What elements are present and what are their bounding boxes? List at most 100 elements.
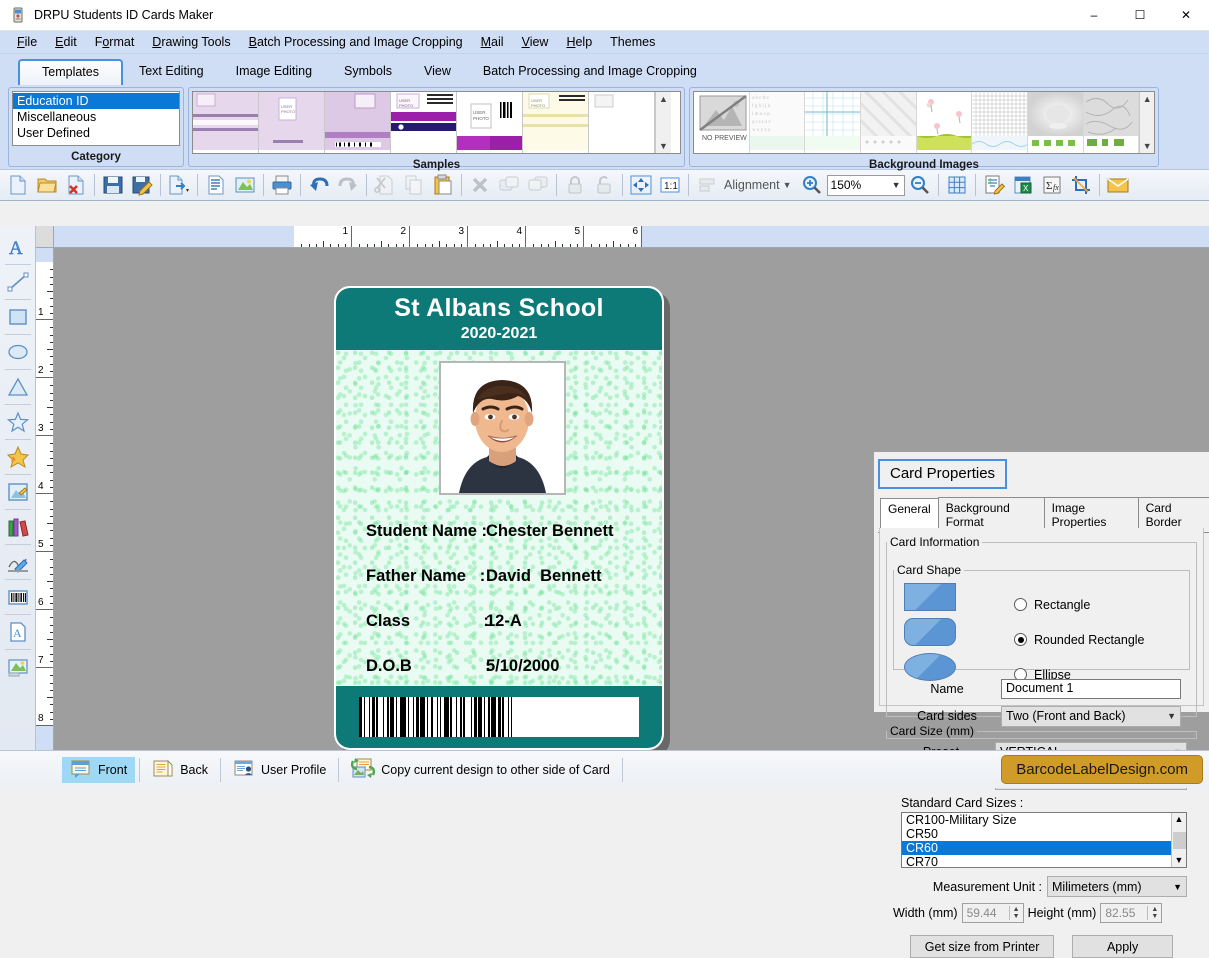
alignment-dropdown-icon[interactable]: ▼ bbox=[783, 180, 797, 190]
library-tool-icon[interactable] bbox=[2, 510, 34, 544]
menu-help[interactable]: Help bbox=[557, 33, 601, 51]
radio-rounded-rectangle[interactable]: Rounded Rectangle bbox=[1014, 622, 1145, 657]
category-item-education-id[interactable]: Education ID bbox=[13, 93, 179, 109]
standard-card-sizes-list[interactable]: CR100-Military Size CR50 CR60 CR70 ▲ ▼ bbox=[901, 812, 1187, 868]
watermark-tool-icon[interactable]: A bbox=[2, 615, 34, 649]
grid-button[interactable] bbox=[943, 171, 971, 199]
background-thumb[interactable] bbox=[916, 92, 973, 153]
field-row-father-name[interactable]: Father Name : David Bennett bbox=[366, 567, 652, 586]
sample-thumb[interactable]: USER PHOTO bbox=[523, 92, 589, 153]
samples-scrollbar[interactable]: ▲ ▼ bbox=[655, 92, 671, 153]
background-thumb[interactable] bbox=[972, 92, 1029, 153]
category-item-miscellaneous[interactable]: Miscellaneous bbox=[13, 109, 179, 125]
zoom-in-button[interactable] bbox=[798, 171, 826, 199]
sum-function-button[interactable]: Σfx bbox=[1038, 171, 1066, 199]
picture-tool-icon[interactable] bbox=[2, 475, 34, 509]
delete-document-button[interactable] bbox=[62, 171, 90, 199]
alignment-icon-button[interactable] bbox=[693, 171, 721, 199]
background-thumb[interactable] bbox=[1028, 92, 1084, 153]
open-button[interactable] bbox=[33, 171, 61, 199]
cut-button[interactable] bbox=[371, 171, 399, 199]
mail-button[interactable] bbox=[1104, 171, 1132, 199]
tab-batch-processing[interactable]: Batch Processing and Image Cropping bbox=[467, 59, 713, 84]
batch-list-button[interactable] bbox=[980, 171, 1008, 199]
background-thumb[interactable]: a b c d e f g h i j k l m n o p q r s t u v… bbox=[749, 92, 806, 153]
brand-badge[interactable]: BarcodeLabelDesign.com bbox=[1001, 755, 1203, 784]
scroll-down-icon[interactable]: ▼ bbox=[1143, 139, 1152, 153]
maximize-button[interactable]: ☐ bbox=[1117, 0, 1163, 31]
measurement-unit-select[interactable]: Milimeters (mm) ▼ bbox=[1047, 876, 1187, 897]
save-button[interactable] bbox=[99, 171, 127, 199]
unlock-button[interactable] bbox=[590, 171, 618, 199]
menu-batch-processing[interactable]: Batch Processing and Image Cropping bbox=[240, 33, 472, 51]
shape-swatch-rectangle[interactable] bbox=[904, 583, 956, 611]
send-to-back-button[interactable] bbox=[524, 171, 552, 199]
rectangle-tool-icon[interactable] bbox=[2, 300, 34, 334]
new-button[interactable] bbox=[4, 171, 32, 199]
radio-indicator[interactable] bbox=[1014, 598, 1027, 611]
save-as-button[interactable] bbox=[128, 171, 156, 199]
tab-view[interactable]: View bbox=[408, 59, 467, 84]
scroll-up-icon[interactable]: ▲ bbox=[659, 92, 668, 106]
background-images-strip[interactable]: NO PREVIEW a b c d e f g h i j k l m n o p… bbox=[693, 91, 1155, 154]
signature-tool-icon[interactable] bbox=[2, 545, 34, 579]
back-side-button[interactable]: Back bbox=[144, 757, 216, 783]
star-tool-icon[interactable] bbox=[2, 405, 34, 439]
background-thumb[interactable] bbox=[861, 92, 917, 153]
standard-size-item-cr70[interactable]: CR70 bbox=[902, 855, 1171, 867]
ellipse-tool-icon[interactable] bbox=[2, 335, 34, 369]
tab-card-border[interactable]: Card Border bbox=[1137, 497, 1209, 532]
minimize-button[interactable]: – bbox=[1071, 0, 1117, 31]
menu-format[interactable]: Format bbox=[86, 33, 144, 51]
undo-button[interactable] bbox=[305, 171, 333, 199]
text-properties-button[interactable] bbox=[202, 171, 230, 199]
tab-background-format[interactable]: Background Format bbox=[937, 497, 1045, 532]
name-input[interactable]: Document 1 bbox=[1001, 679, 1181, 699]
background-scrollbar[interactable]: ▲ ▼ bbox=[1139, 92, 1154, 153]
scroll-up-icon[interactable]: ▲ bbox=[1143, 92, 1152, 106]
excel-import-button[interactable]: X bbox=[1009, 171, 1037, 199]
text-tool-icon[interactable]: A bbox=[2, 230, 34, 264]
bring-to-front-button[interactable] bbox=[495, 171, 523, 199]
menu-themes[interactable]: Themes bbox=[601, 33, 664, 51]
card-photo[interactable] bbox=[439, 361, 566, 495]
tab-templates[interactable]: Templates bbox=[18, 59, 123, 85]
user-profile-button[interactable]: User Profile bbox=[225, 757, 334, 783]
background-thumb[interactable] bbox=[805, 92, 862, 153]
category-item-user-defined[interactable]: User Defined bbox=[13, 125, 179, 141]
chevron-down-icon[interactable]: ▼ bbox=[1167, 711, 1176, 721]
fit-to-window-button[interactable] bbox=[627, 171, 655, 199]
line-tool-icon[interactable] bbox=[2, 265, 34, 299]
stepper-arrows-icon[interactable]: ▲ ▼ bbox=[1008, 906, 1023, 920]
chevron-down-icon[interactable]: ▼ bbox=[892, 180, 901, 190]
radio-rectangle[interactable]: Rectangle bbox=[1014, 587, 1145, 622]
menu-mail[interactable]: Mail bbox=[472, 33, 513, 51]
standard-size-item-cr60[interactable]: CR60 bbox=[902, 841, 1171, 855]
tab-text-editing[interactable]: Text Editing bbox=[123, 59, 220, 84]
background-thumb[interactable] bbox=[1083, 92, 1140, 153]
shapes-tool-icon[interactable] bbox=[2, 440, 34, 474]
delete-button[interactable] bbox=[466, 171, 494, 199]
sample-thumb[interactable]: USER PHOTO bbox=[259, 92, 325, 153]
get-size-from-printer-button[interactable]: Get size from Printer bbox=[909, 935, 1055, 958]
copy-button[interactable] bbox=[400, 171, 428, 199]
stepper-arrows-icon[interactable]: ▲ ▼ bbox=[1147, 906, 1161, 920]
category-list[interactable]: Education ID Miscellaneous User Defined bbox=[12, 91, 180, 146]
standard-sizes-scrollbar[interactable]: ▲ ▼ bbox=[1171, 813, 1186, 867]
shape-swatch-rounded-rectangle[interactable] bbox=[904, 618, 956, 646]
tab-image-editing[interactable]: Image Editing bbox=[220, 59, 328, 84]
apply-button[interactable]: Apply bbox=[1071, 935, 1174, 958]
close-button[interactable]: ✕ bbox=[1163, 0, 1209, 31]
menu-view[interactable]: View bbox=[513, 33, 558, 51]
card-school-name[interactable]: St Albans School bbox=[394, 295, 603, 323]
horizontal-ruler[interactable]: 1 2 3 4 5 6 bbox=[36, 226, 1209, 248]
field-row-student-name[interactable]: Student Name : Chester Bennett bbox=[366, 522, 652, 541]
sample-thumb[interactable] bbox=[325, 92, 391, 153]
crop-button[interactable] bbox=[1067, 171, 1095, 199]
sample-thumb[interactable]: USER PHOTO bbox=[457, 92, 523, 153]
standard-size-item-cr100[interactable]: CR100-Military Size bbox=[902, 813, 1171, 827]
id-card-design[interactable]: St Albans School 2020-2021 Student Name … bbox=[334, 286, 664, 750]
vertical-ruler[interactable]: 1 2 3 4 5 6 7 8 bbox=[36, 248, 54, 750]
samples-strip[interactable]: USER PHOTO USER PHOTO USER PHOTO USER PHOTO bbox=[192, 91, 681, 154]
front-side-button[interactable]: Front bbox=[62, 756, 136, 783]
